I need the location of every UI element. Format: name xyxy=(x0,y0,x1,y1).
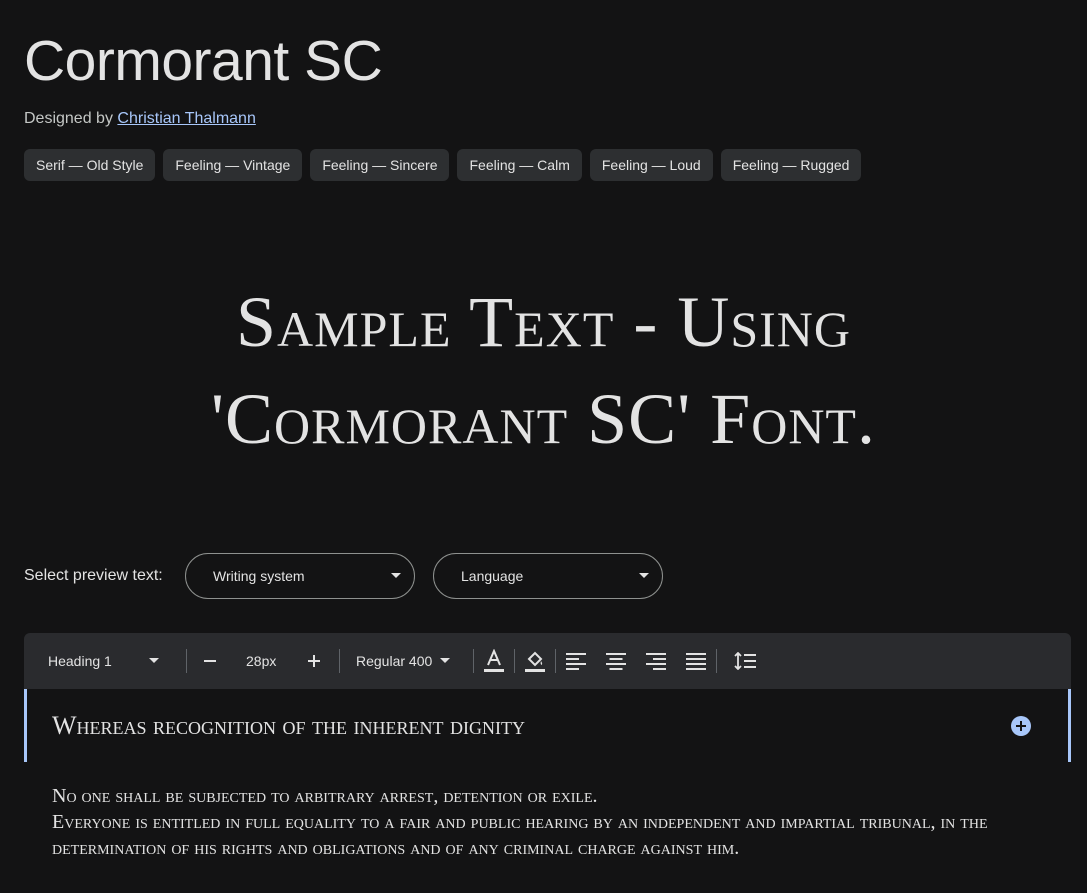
tag-feeling-calm[interactable]: Feeling — Calm xyxy=(457,149,582,181)
designer-link[interactable]: Christian Thalmann xyxy=(117,110,255,127)
language-value: Language xyxy=(461,568,524,584)
text-style-value: Heading 1 xyxy=(48,653,112,669)
designer-line: Designed by Christian Thalmann xyxy=(24,110,256,128)
text-style-select[interactable]: Heading 1 xyxy=(48,633,159,689)
paragraph-editor-block[interactable]: No one shall be subjected to arbitrary a… xyxy=(52,783,1012,861)
editor-toolbar: Heading 1 28px Regular 400 xyxy=(24,633,1071,689)
paragraph-line-1[interactable]: No one shall be subjected to arbitrary a… xyxy=(52,783,1012,809)
decrease-size-button[interactable] xyxy=(203,633,217,689)
heading-preview-text[interactable]: Whereas recognition of the inherent dign… xyxy=(52,711,525,741)
designed-by-label: Designed by xyxy=(24,110,113,127)
font-title: Cormorant SC xyxy=(24,29,383,93)
line-height-icon xyxy=(734,652,756,670)
text-color-button[interactable] xyxy=(484,633,504,689)
toolbar-divider xyxy=(473,649,474,673)
tag-feeling-sincere[interactable]: Feeling — Sincere xyxy=(310,149,450,181)
tag-feeling-rugged[interactable]: Feeling — Rugged xyxy=(720,149,862,181)
tag-feeling-loud[interactable]: Feeling — Loud xyxy=(589,149,713,181)
paragraph-line-2[interactable]: Everyone is entitled in full equality to… xyxy=(52,809,1012,861)
fill-color-icon xyxy=(525,651,545,672)
align-left-button[interactable] xyxy=(566,633,586,689)
add-block-button[interactable] xyxy=(1011,716,1031,736)
align-center-button[interactable] xyxy=(606,633,626,689)
heading-editor-block[interactable]: Whereas recognition of the inherent dign… xyxy=(24,689,1071,762)
font-weight-value: Regular 400 xyxy=(356,653,433,669)
text-color-icon xyxy=(484,649,504,672)
tag-serif-old-style[interactable]: Serif — Old Style xyxy=(24,149,156,181)
chevron-down-icon xyxy=(148,658,159,663)
chevron-down-icon xyxy=(639,573,649,578)
chevron-down-icon xyxy=(440,658,451,663)
toolbar-divider xyxy=(555,649,556,673)
align-justify-button[interactable] xyxy=(686,633,706,689)
preview-text-label: Select preview text: xyxy=(24,567,163,584)
font-size-value[interactable]: 28px xyxy=(246,633,276,689)
increase-size-button[interactable] xyxy=(307,633,321,689)
font-weight-select[interactable]: Regular 400 xyxy=(356,633,451,689)
line-height-button[interactable] xyxy=(734,633,756,689)
tag-list: Serif — Old Style Feeling — Vintage Feel… xyxy=(24,149,862,181)
add-circle-icon xyxy=(1016,721,1026,731)
sample-line-2: 'Cormorant SC' Font. xyxy=(211,379,876,459)
sample-line-1: Sample Text - Using xyxy=(235,282,852,362)
tag-feeling-vintage[interactable]: Feeling — Vintage xyxy=(163,149,303,181)
toolbar-divider xyxy=(716,649,717,673)
align-right-icon xyxy=(646,653,666,670)
plus-icon xyxy=(308,655,320,667)
align-justify-icon xyxy=(686,653,706,670)
toolbar-divider xyxy=(339,649,340,673)
language-dropdown[interactable]: Language xyxy=(433,553,663,599)
align-center-icon xyxy=(606,653,626,670)
toolbar-divider xyxy=(186,649,187,673)
toolbar-divider xyxy=(514,649,515,673)
align-right-button[interactable] xyxy=(646,633,666,689)
writing-system-value: Writing system xyxy=(213,568,305,584)
align-left-icon xyxy=(566,653,586,670)
chevron-down-icon xyxy=(391,573,401,578)
highlight-color-button[interactable] xyxy=(525,633,545,689)
minus-icon xyxy=(204,660,216,662)
sample-text: Sample Text - Using 'Cormorant SC' Font. xyxy=(0,274,1087,468)
writing-system-dropdown[interactable]: Writing system xyxy=(185,553,415,599)
